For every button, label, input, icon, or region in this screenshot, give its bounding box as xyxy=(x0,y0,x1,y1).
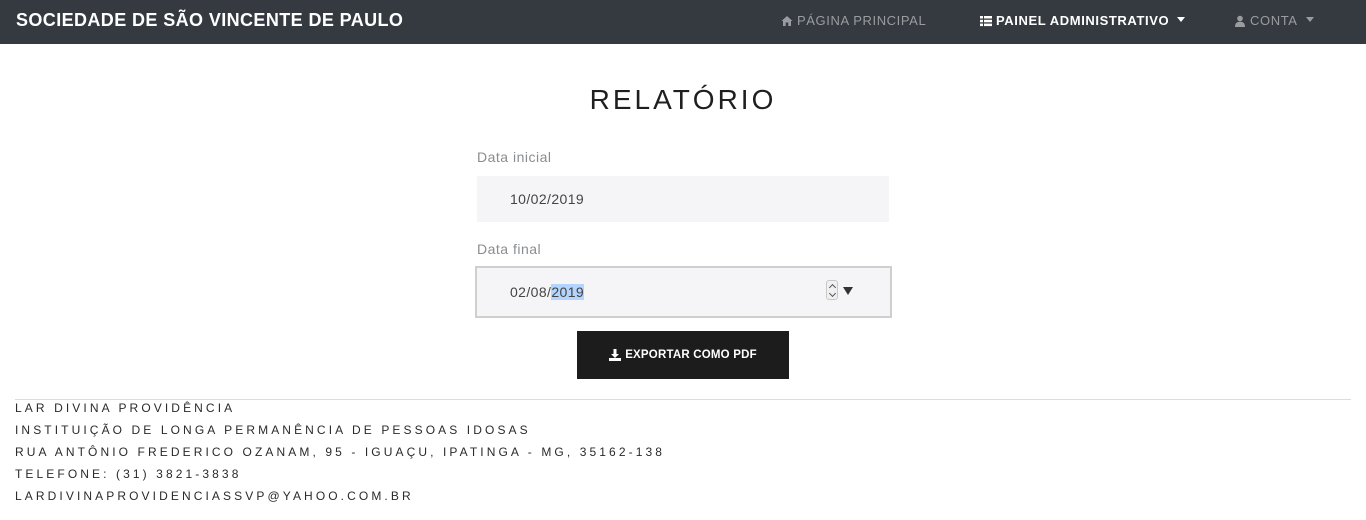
export-pdf-label: EXPORTAR COMO PDF xyxy=(625,349,757,361)
nav-home-label: PÁGINA PRINCIPAL xyxy=(797,13,927,28)
date-spinner-icon[interactable] xyxy=(826,280,838,300)
footer-phone: TELEFONE: (31) 3821-3838 xyxy=(15,467,242,481)
home-icon xyxy=(781,15,793,26)
list-icon xyxy=(980,15,992,26)
footer-email: LARDIVINAPROVIDENCIASSVP@YAHOO.COM.BR xyxy=(15,489,414,503)
top-navbar: SOCIEDADE DE SÃO VINCENTE DE PAULO PÁGIN… xyxy=(0,0,1366,44)
download-icon xyxy=(609,349,622,361)
footer-org-name: LAR DIVINA PROVIDÊNCIA xyxy=(15,401,236,415)
chevron-down-icon xyxy=(1305,17,1314,22)
end-date-value-prefix: 02/08/ xyxy=(510,284,552,300)
footer-org-description: INSTITUIÇÃO DE LONGA PERMANÊNCIA DE PESS… xyxy=(15,423,531,437)
dropdown-arrow-icon[interactable] xyxy=(843,287,853,295)
footer-address: RUA ANTÔNIO FREDERICO OZANAM, 95 - IGUAÇ… xyxy=(15,445,666,459)
start-date-input[interactable]: 10/02/2019 xyxy=(477,176,889,222)
chevron-down-icon xyxy=(1177,17,1186,22)
user-icon xyxy=(1235,15,1245,27)
brand-link[interactable]: SOCIEDADE DE SÃO VINCENTE DE PAULO xyxy=(16,10,403,31)
export-pdf-button[interactable]: EXPORTAR COMO PDF xyxy=(577,331,789,379)
start-date-value: 10/02/2019 xyxy=(510,191,585,207)
nav-account-dropdown[interactable]: CONTA xyxy=(1234,13,1314,28)
nav-account-label: CONTA xyxy=(1250,13,1298,28)
end-date-input[interactable]: 02/08/2019 xyxy=(475,266,892,318)
page-title: RELATÓRIO xyxy=(589,84,777,115)
nav-admin-dropdown[interactable]: PAINEL ADMINISTRATIVO xyxy=(980,13,1186,28)
end-date-value-selected: 2019 xyxy=(551,284,585,300)
start-date-label: Data inicial xyxy=(477,149,552,165)
end-date-label: Data final xyxy=(477,241,542,257)
footer-divider xyxy=(15,399,1351,400)
nav-home-link[interactable]: PÁGINA PRINCIPAL xyxy=(781,13,926,28)
nav-admin-label: PAINEL ADMINISTRATIVO xyxy=(996,13,1170,28)
